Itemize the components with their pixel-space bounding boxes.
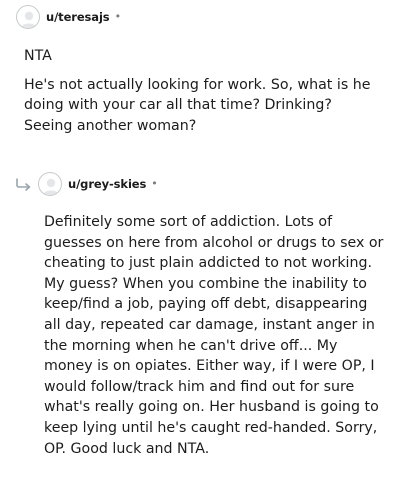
comment-paragraph: He's not actually looking for work. So, … <box>24 76 371 134</box>
username-link[interactable]: u/teresajs <box>46 10 110 24</box>
username-link[interactable]: u/grey-skies <box>68 177 146 191</box>
user-avatar-icon[interactable] <box>16 5 40 29</box>
comment-body: NTA He's not actually looking for work. … <box>24 46 384 136</box>
comment-meta: u/grey-skies • <box>14 170 158 198</box>
comment-body: Definitely some sort of addiction. Lots … <box>44 212 388 459</box>
meta-separator: • <box>151 176 158 190</box>
reply-arrow-icon <box>16 178 31 191</box>
comment-paragraph: NTA <box>24 48 52 64</box>
comment-paragraph: Definitely some sort of addiction. Lots … <box>44 214 384 457</box>
user-avatar-icon[interactable] <box>38 172 62 196</box>
comment-meta: u/teresajs • <box>16 3 121 31</box>
meta-separator: • <box>114 9 122 23</box>
